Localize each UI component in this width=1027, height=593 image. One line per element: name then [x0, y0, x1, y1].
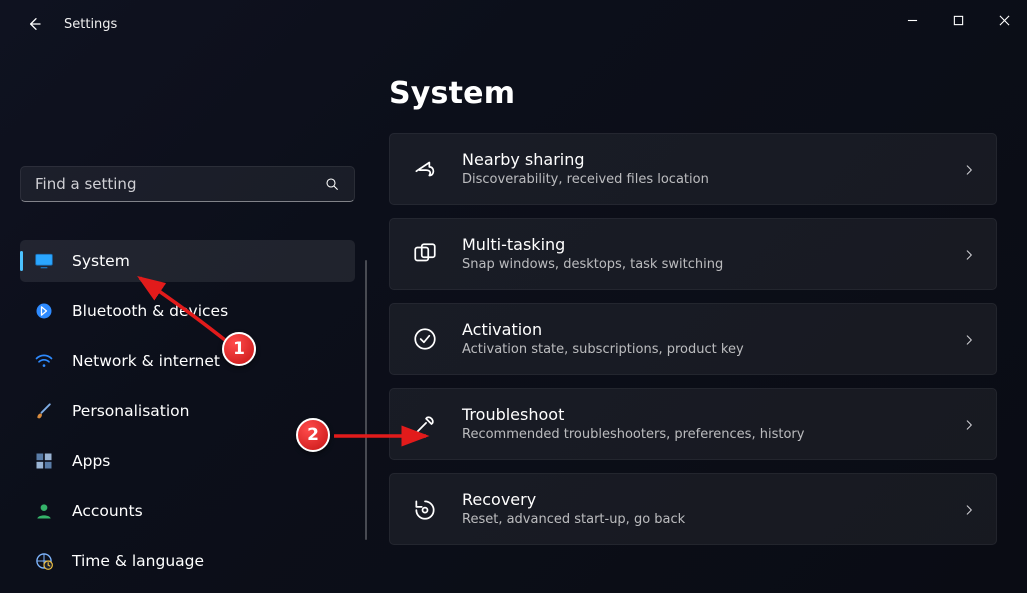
- card-text: Activation Activation state, subscriptio…: [462, 319, 962, 358]
- wrench-icon: [412, 411, 438, 437]
- apps-icon: [34, 451, 54, 471]
- chevron-right-icon: [962, 247, 976, 261]
- window-controls: [889, 0, 1027, 40]
- person-icon: [34, 501, 54, 521]
- chevron-right-icon: [962, 162, 976, 176]
- card-subtitle: Recommended troubleshooters, preferences…: [462, 426, 962, 444]
- card-troubleshoot[interactable]: Troubleshoot Recommended troubleshooters…: [389, 388, 997, 460]
- multitask-icon: [412, 241, 438, 267]
- card-recovery[interactable]: Recovery Reset, advanced start-up, go ba…: [389, 473, 997, 545]
- app-title: Settings: [64, 17, 117, 32]
- wifi-icon: [34, 351, 54, 371]
- sidebar-item-bluetooth[interactable]: Bluetooth & devices: [20, 290, 355, 332]
- card-activation[interactable]: Activation Activation state, subscriptio…: [389, 303, 997, 375]
- close-button[interactable]: [981, 0, 1027, 40]
- body: System Bluetooth & devices Network & int…: [0, 48, 1027, 593]
- sidebar: System Bluetooth & devices Network & int…: [0, 48, 365, 593]
- titlebar: Settings: [0, 0, 1027, 48]
- sidebar-item-label: Bluetooth & devices: [72, 302, 228, 320]
- maximize-button[interactable]: [935, 0, 981, 40]
- sidebar-item-label: System: [72, 252, 130, 270]
- sidebar-item-network[interactable]: Network & internet: [20, 340, 355, 382]
- sidebar-item-label: Time & language: [72, 552, 204, 570]
- page-title: System: [389, 76, 997, 111]
- back-button[interactable]: [18, 8, 50, 40]
- sidebar-item-label: Apps: [72, 452, 110, 470]
- card-nearby-sharing[interactable]: Nearby sharing Discoverability, received…: [389, 133, 997, 205]
- chevron-right-icon: [962, 502, 976, 516]
- card-title: Nearby sharing: [462, 149, 962, 171]
- globe-clock-icon: [34, 551, 54, 571]
- search-icon: [324, 176, 340, 192]
- scrollbar-indicator: [365, 260, 367, 540]
- check-circle-icon: [412, 326, 438, 352]
- minimize-button[interactable]: [889, 0, 935, 40]
- sidebar-item-label: Personalisation: [72, 402, 189, 420]
- sidebar-item-personalisation[interactable]: Personalisation: [20, 390, 355, 432]
- sidebar-item-time-language[interactable]: Time & language: [20, 540, 355, 582]
- sidebar-item-label: Accounts: [72, 502, 143, 520]
- card-subtitle: Snap windows, desktops, task switching: [462, 256, 962, 274]
- card-subtitle: Reset, advanced start-up, go back: [462, 511, 962, 529]
- search-box[interactable]: [20, 166, 355, 202]
- card-subtitle: Activation state, subscriptions, product…: [462, 341, 962, 359]
- chevron-right-icon: [962, 332, 976, 346]
- card-multitasking[interactable]: Multi-tasking Snap windows, desktops, ta…: [389, 218, 997, 290]
- card-title: Multi-tasking: [462, 234, 962, 256]
- sidebar-item-system[interactable]: System: [20, 240, 355, 282]
- card-subtitle: Discoverability, received files location: [462, 171, 962, 189]
- settings-window: Settings System Bluetooth & devices: [0, 0, 1027, 593]
- card-text: Troubleshoot Recommended troubleshooters…: [462, 404, 962, 443]
- sidebar-item-accounts[interactable]: Accounts: [20, 490, 355, 532]
- recovery-icon: [412, 496, 438, 522]
- card-title: Recovery: [462, 489, 962, 511]
- nav: System Bluetooth & devices Network & int…: [20, 240, 355, 582]
- sidebar-item-apps[interactable]: Apps: [20, 440, 355, 482]
- chevron-right-icon: [962, 417, 976, 431]
- card-text: Recovery Reset, advanced start-up, go ba…: [462, 489, 962, 528]
- card-title: Troubleshoot: [462, 404, 962, 426]
- search-input[interactable]: [21, 175, 324, 193]
- main: System Nearby sharing Discoverability, r…: [365, 48, 1027, 593]
- card-text: Multi-tasking Snap windows, desktops, ta…: [462, 234, 962, 273]
- share-icon: [412, 156, 438, 182]
- back-arrow-icon: [26, 16, 42, 32]
- card-title: Activation: [462, 319, 962, 341]
- bluetooth-icon: [34, 301, 54, 321]
- settings-cards: Nearby sharing Discoverability, received…: [389, 133, 997, 545]
- display-icon: [34, 251, 54, 271]
- sidebar-item-label: Network & internet: [72, 352, 220, 370]
- card-text: Nearby sharing Discoverability, received…: [462, 149, 962, 188]
- brush-icon: [34, 401, 54, 421]
